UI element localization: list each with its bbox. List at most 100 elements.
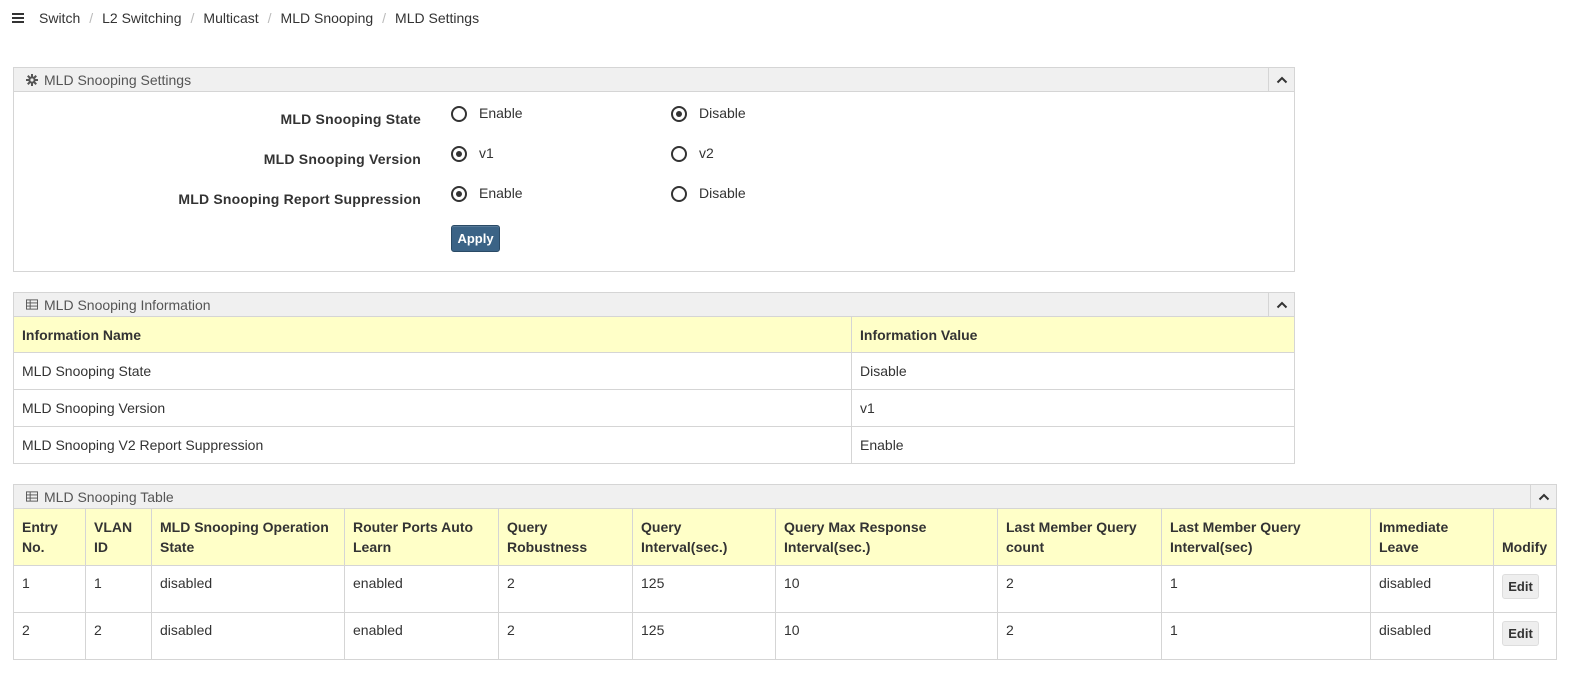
table-row: MLD Snooping V2 Report Suppression Enabl… bbox=[13, 426, 1295, 464]
apply-button[interactable]: Apply bbox=[451, 225, 500, 252]
radio-label: Disable bbox=[699, 185, 746, 201]
breadcrumb-mld-settings: MLD Settings bbox=[395, 10, 480, 26]
snooping-table-panel: MLD Snooping Table Entry No. VLAN ID MLD… bbox=[13, 484, 1557, 660]
table-cell: disabled bbox=[151, 612, 345, 660]
table-cell: enabled bbox=[344, 565, 499, 613]
table-cell: 125 bbox=[632, 612, 776, 660]
radio-button[interactable] bbox=[451, 106, 467, 122]
table-row: MLD Snooping State Disable bbox=[13, 352, 1295, 390]
mld-snooping-state-label: MLD Snooping State bbox=[280, 111, 421, 127]
settings-panel-title: MLD Snooping Settings bbox=[44, 71, 192, 88]
mld-snooping-version-label: MLD Snooping Version bbox=[263, 151, 421, 167]
table-cell: 10 bbox=[775, 565, 998, 613]
edit-button[interactable]: Edit bbox=[1502, 574, 1539, 599]
radio-label: v1 bbox=[479, 145, 494, 161]
snooping-table-panel-header: MLD Snooping Table bbox=[14, 485, 1556, 509]
breadcrumb-l2-switching[interactable]: L2 Switching bbox=[102, 10, 181, 26]
column-header: Information Value bbox=[851, 316, 1295, 353]
chevron-up-icon[interactable] bbox=[1530, 485, 1556, 508]
table-row: MLD Snooping Version v1 bbox=[13, 389, 1295, 427]
radio-button-checked[interactable] bbox=[671, 106, 687, 122]
table-cell: 2 bbox=[85, 612, 152, 660]
edit-button[interactable]: Edit bbox=[1502, 621, 1539, 646]
snooping-table: Entry No. VLAN ID MLD Snooping Operation… bbox=[13, 508, 1557, 660]
hamburger-icon[interactable] bbox=[12, 13, 24, 23]
column-header: Last Member Query Interval(sec) bbox=[1161, 508, 1371, 566]
breadcrumb-separator: / bbox=[382, 10, 387, 26]
modify-cell: Edit bbox=[1493, 565, 1557, 613]
table-cell: 2 bbox=[498, 565, 633, 613]
settings-panel: MLD Snooping Settings MLD Snooping State… bbox=[13, 67, 1295, 272]
report-suppression-label: MLD Snooping Report Suppression bbox=[178, 191, 421, 207]
column-header: MLD Snooping Operation State bbox=[151, 508, 345, 566]
breadcrumb-separator: / bbox=[267, 10, 272, 26]
column-header: Information Name bbox=[13, 316, 852, 353]
table-cell: 1 bbox=[85, 565, 152, 613]
gear-icon bbox=[14, 73, 44, 86]
table-cell: 1 bbox=[13, 565, 86, 613]
radio-label: v2 bbox=[699, 145, 714, 161]
settings-panel-header: MLD Snooping Settings bbox=[14, 68, 1294, 92]
table-cell: enabled bbox=[344, 612, 499, 660]
column-header: Immediate Leave bbox=[1370, 508, 1494, 566]
column-header: Last Member Query count bbox=[997, 508, 1162, 566]
table-cell: disabled bbox=[1370, 565, 1494, 613]
radio-button[interactable] bbox=[671, 186, 687, 202]
table-cell: MLD Snooping State bbox=[13, 352, 852, 390]
table-header-row: Entry No. VLAN ID MLD Snooping Operation… bbox=[13, 508, 1557, 566]
table-row: 2 2 disabled enabled 2 125 10 2 1 disabl… bbox=[13, 612, 1557, 660]
information-panel-title: MLD Snooping Information bbox=[44, 296, 211, 313]
breadcrumb-separator: / bbox=[89, 10, 94, 26]
snooping-table-panel-title: MLD Snooping Table bbox=[44, 488, 174, 505]
table-icon bbox=[14, 491, 44, 502]
chevron-up-icon[interactable] bbox=[1268, 68, 1294, 91]
table-header-row: Information Name Information Value bbox=[13, 316, 1295, 353]
table-cell: 2 bbox=[498, 612, 633, 660]
column-header: Query Interval(sec.) bbox=[632, 508, 776, 566]
radio-button-checked[interactable] bbox=[451, 146, 467, 162]
table-row: 1 1 disabled enabled 2 125 10 2 1 disabl… bbox=[13, 565, 1557, 613]
table-cell: 2 bbox=[13, 612, 86, 660]
column-header: Modify bbox=[1493, 508, 1557, 566]
table-cell: 10 bbox=[775, 612, 998, 660]
breadcrumb-switch[interactable]: Switch bbox=[39, 10, 80, 26]
table-cell: v1 bbox=[851, 389, 1295, 427]
version-v1-radio[interactable]: v1 bbox=[451, 145, 494, 162]
state-enable-radio[interactable]: Enable bbox=[451, 105, 523, 122]
table-cell: MLD Snooping V2 Report Suppression bbox=[13, 426, 852, 464]
column-header: VLAN ID bbox=[85, 508, 152, 566]
mld-snooping-version-row: MLD Snooping Version v1 v2 bbox=[14, 145, 1294, 169]
breadcrumb: Switch / L2 Switching / Multicast / MLD … bbox=[12, 8, 479, 28]
column-header: Query Max Response Interval(sec.) bbox=[775, 508, 998, 566]
suppression-enable-radio[interactable]: Enable bbox=[451, 185, 523, 202]
breadcrumb-multicast[interactable]: Multicast bbox=[203, 10, 258, 26]
radio-button[interactable] bbox=[671, 146, 687, 162]
radio-button-checked[interactable] bbox=[451, 186, 467, 202]
table-cell: Disable bbox=[851, 352, 1295, 390]
radio-label: Enable bbox=[479, 185, 523, 201]
state-disable-radio[interactable]: Disable bbox=[671, 105, 746, 122]
table-cell: 125 bbox=[632, 565, 776, 613]
report-suppression-row: MLD Snooping Report Suppression Enable D… bbox=[14, 185, 1294, 209]
breadcrumb-mld-snooping[interactable]: MLD Snooping bbox=[281, 10, 374, 26]
version-v2-radio[interactable]: v2 bbox=[671, 145, 714, 162]
breadcrumb-separator: / bbox=[190, 10, 195, 26]
column-header: Entry No. bbox=[13, 508, 86, 566]
information-panel-header: MLD Snooping Information bbox=[14, 293, 1294, 317]
column-header: Router Ports Auto Learn bbox=[344, 508, 499, 566]
table-cell: 2 bbox=[997, 612, 1162, 660]
modify-cell: Edit bbox=[1493, 612, 1557, 660]
radio-label: Enable bbox=[479, 105, 523, 121]
table-cell: disabled bbox=[1370, 612, 1494, 660]
information-table: Information Name Information Value MLD S… bbox=[13, 316, 1295, 464]
chevron-up-icon[interactable] bbox=[1268, 293, 1294, 316]
table-icon bbox=[14, 299, 44, 310]
column-header: Query Robustness bbox=[498, 508, 633, 566]
suppression-disable-radio[interactable]: Disable bbox=[671, 185, 746, 202]
table-cell: 1 bbox=[1161, 612, 1371, 660]
information-panel: MLD Snooping Information Information Nam… bbox=[13, 292, 1295, 464]
mld-snooping-state-row: MLD Snooping State Enable Disable bbox=[14, 105, 1294, 129]
radio-label: Disable bbox=[699, 105, 746, 121]
table-cell: 1 bbox=[1161, 565, 1371, 613]
table-cell: Enable bbox=[851, 426, 1295, 464]
